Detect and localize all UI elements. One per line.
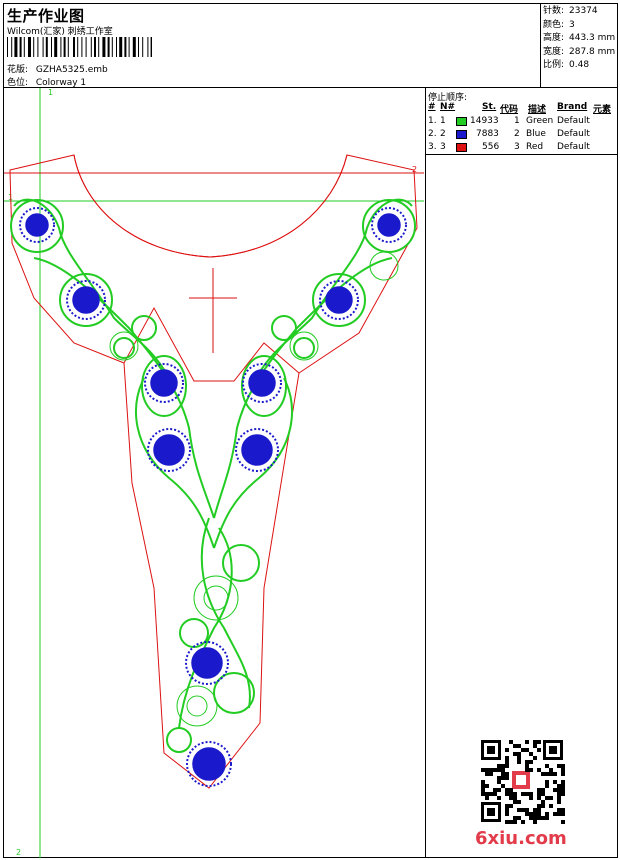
design-value: GZHA5325.emb — [35, 65, 108, 75]
guide-label: 1 — [48, 88, 53, 97]
row-description: Green — [526, 116, 554, 126]
stop-sequence-header: # N# St. 代码 描述 Brand 元素 — [428, 102, 618, 115]
design-label: 花版: — [7, 65, 29, 75]
stop-row: 3. 3 556 3 Red Default — [428, 142, 618, 154]
stat-value: 3 — [569, 19, 575, 30]
studio-name: Wilcom(汇家) 刺绣工作室 — [7, 27, 113, 37]
row-needle: 3 — [440, 142, 446, 152]
row-description: Red — [526, 142, 544, 152]
design-file-row: 花版: GZHA5325.emb — [7, 62, 108, 75]
stat-label: 针数: — [543, 6, 565, 16]
col-element: 元素 — [593, 105, 612, 115]
stat-value: 0.48 — [569, 60, 590, 70]
stat-height: 高度: 443.3 mm — [543, 32, 615, 46]
col-index: # — [428, 102, 436, 112]
stat-label: 宽度: — [543, 46, 565, 57]
col-stitches: St. — [482, 102, 497, 112]
row-index: 3. — [428, 142, 437, 152]
row-brand: Default — [557, 116, 590, 126]
row-index: 1. — [428, 116, 437, 126]
stop-row: 2. 2 7883 2 Blue Default — [428, 129, 618, 141]
color-swatch — [456, 130, 467, 139]
neckline-inner — [73, 154, 348, 258]
watermark-text: 6xiu.com — [475, 828, 567, 849]
stop-panel-bottom-divider — [425, 154, 618, 155]
embroidery-design: 1 1 2 2 — [4, 88, 424, 858]
row-code: 2 — [514, 129, 520, 139]
row-stitches: 556 — [482, 142, 500, 152]
stat-label: 高度: — [543, 33, 565, 43]
row-code: 3 — [514, 142, 520, 152]
barcode-icon — [7, 37, 152, 57]
row-needle: 2 — [440, 129, 446, 139]
stat-stitches: 针数: 23374 — [543, 5, 615, 19]
green-outline-flowers — [109, 251, 399, 727]
color-swatch — [456, 143, 467, 152]
stats-divider — [540, 3, 541, 88]
stat-label: 颜色: — [543, 19, 565, 30]
stop-row: 1. 1 14933 1 Green Default — [428, 116, 618, 128]
row-needle: 1 — [440, 116, 446, 126]
stat-value: 287.8 mm — [569, 46, 616, 57]
row-description: Blue — [526, 129, 546, 139]
stat-label: 比例: — [543, 60, 565, 70]
stat-value: 443.3 mm — [569, 33, 616, 43]
qr-code-icon — [479, 738, 565, 824]
stat-value: 23374 — [569, 6, 598, 16]
stats-panel: 针数: 23374 颜色: 3 高度: 443.3 mm 宽度: 287.8 mm 比例… — [543, 5, 615, 73]
colorway-label: 色位: — [7, 78, 29, 88]
stat-colors: 颜色: 3 — [543, 19, 615, 33]
col-description: 描述 — [528, 105, 547, 115]
row-code: 1 — [514, 116, 520, 126]
color-swatch — [456, 117, 467, 126]
col-needle: N# — [440, 102, 456, 112]
stat-scale: 比例: 0.48 — [543, 59, 615, 73]
stat-width: 宽度: 287.8 mm — [543, 46, 615, 60]
colorway-value: Colorway 1 — [35, 78, 87, 88]
colorway-row: 色位: Colorway 1 — [7, 75, 86, 88]
stop-panel-divider — [425, 88, 426, 858]
col-brand: Brand — [557, 102, 588, 112]
row-brand: Default — [557, 129, 590, 139]
page-title: 生产作业图 — [7, 7, 85, 25]
row-stitches: 7883 — [476, 129, 499, 139]
col-code: 代码 — [500, 105, 519, 115]
row-stitches: 14933 — [470, 116, 499, 126]
row-index: 2. — [428, 129, 437, 139]
guide-label: 2 — [16, 848, 21, 857]
row-brand: Default — [557, 142, 590, 152]
